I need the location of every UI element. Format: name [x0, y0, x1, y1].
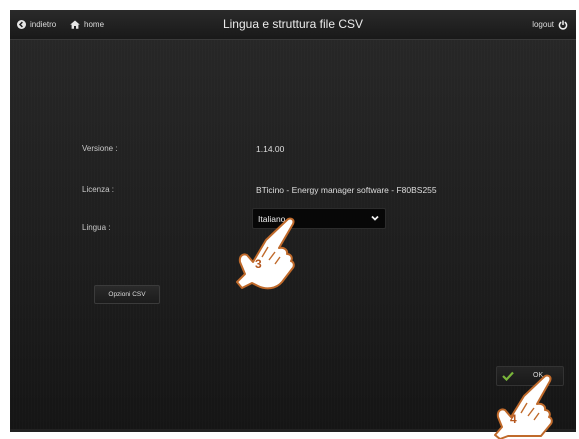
license-label: Licenza : [82, 185, 115, 194]
chevron-down-icon [371, 215, 379, 221]
language-label: Lingua : [82, 223, 111, 232]
pointing-hand-icon [494, 374, 553, 439]
pointing-hand-icon [236, 217, 295, 290]
logout-button[interactable]: logout [532, 10, 568, 39]
top-bar: indietro home Lingua e struttura file CS… [10, 10, 576, 40]
version-value: 1.14.00 [256, 144, 285, 154]
csv-options-button[interactable]: Opzioni CSV [94, 285, 160, 304]
step-3-number: 3 [255, 257, 262, 271]
page-title: Lingua e struttura file CSV [222, 17, 364, 31]
version-label: Versione : [82, 144, 118, 153]
logout-label: logout [532, 20, 554, 29]
step-4-number: 4 [510, 412, 517, 426]
license-value: BTicino - Energy manager software - F80B… [256, 185, 437, 195]
power-icon [558, 20, 568, 30]
